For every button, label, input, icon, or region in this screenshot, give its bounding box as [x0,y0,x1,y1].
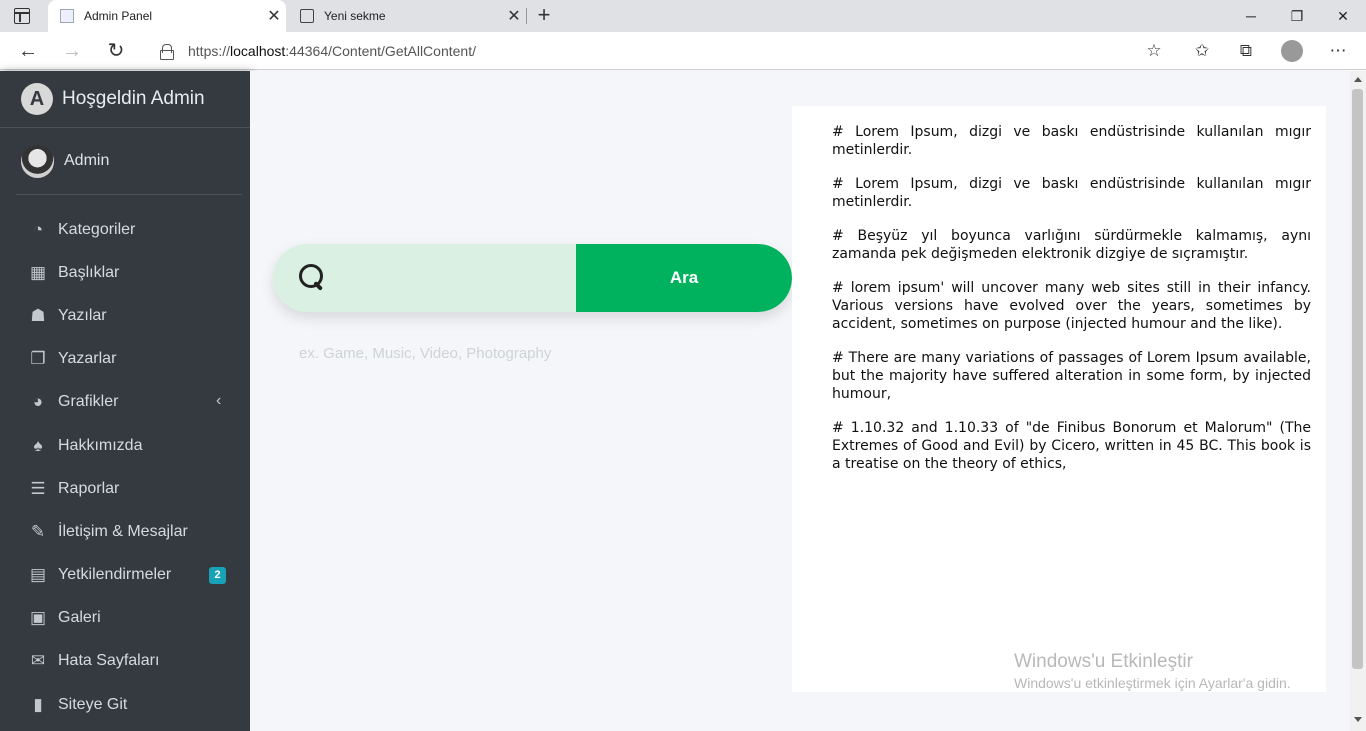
sidebar-nav: ◔ Kategoriler ▦ Başlıklar ☗ Yazılar ❐ Ya… [0,208,250,726]
tab-label: Yeni sekme [324,9,386,23]
user-panel[interactable]: Admin [16,128,242,195]
search-hint: ex. Game, Music, Video, Photography [299,345,552,362]
sidebar-item-iletisim[interactable]: ✎ İletişim & Mesajlar [0,510,250,553]
url-text[interactable]: https://localhost:44364/Content/GetAllCo… [188,43,476,59]
vertical-scrollbar[interactable] [1350,71,1366,731]
sidebar-item-label: İletişim & Mesajlar [58,522,188,540]
watermark-title: Windows'u Etkinleştir [1014,651,1193,672]
sidebar-item-label: Siteye Git [58,695,128,713]
content-item: # Lorem Ipsum, dizgi ve baskı endüstrisi… [832,124,1311,158]
browser-tab-strip: Admin Panel ✕ Yeni sekme ✕ + ─ ❐ ✕ [0,0,1366,32]
copy-icon: ❐ [30,349,46,369]
profile-icon[interactable] [1281,40,1303,62]
brand-link[interactable]: Hoşgeldin Admin [0,71,250,128]
edit-icon: ✎ [30,521,46,541]
sidebar: Hoşgeldin Admin Admin ◔ Kategoriler ▦ Ba… [0,71,250,731]
sidebar-item-label: Yazılar [58,306,107,324]
scroll-up-icon[interactable] [1354,77,1362,82]
sidebar-item-basliklar[interactable]: ▦ Başlıklar [0,251,250,294]
collections-icon[interactable]: ⧉ [1232,38,1260,64]
reader-icon: ☗ [30,305,46,325]
scroll-down-icon[interactable] [1354,717,1362,722]
sidebar-item-siteye-git[interactable]: ▮ Siteye Git [0,683,250,726]
sidebar-item-hakkimizda[interactable]: ♠ Hakkımızda [0,424,250,467]
count-badge: 2 [209,566,226,584]
content-item: # lorem ipsum' will uncover many web sit… [832,280,1311,332]
brand-text: Hoşgeldin Admin [62,88,205,109]
refresh-icon[interactable]: ↻ [102,38,130,64]
lock-icon[interactable] [160,44,174,60]
book-icon: ▮ [33,694,43,714]
sidebar-item-yetkilendirmeler[interactable]: ▤ Yetkilendirmeler 2 [0,554,250,597]
content-item: # Lorem Ipsum, dizgi ve baskı endüstrisi… [832,176,1311,210]
watermark-subtitle: Windows'u etkinleştirmek için Ayarlar'a … [1014,675,1291,691]
dashboard-icon: ◔ [32,219,44,239]
tab-divider [526,8,527,24]
pie-chart-icon: ◕ [32,392,44,412]
sidebar-item-label: Hata Sayfaları [58,652,160,670]
search-button[interactable]: Ara [576,244,792,312]
close-tab-icon[interactable]: ✕ [262,6,286,26]
scrollbar-thumb[interactable] [1352,89,1363,669]
search-input[interactable] [337,244,573,312]
add-favorite-icon[interactable]: ☆ [1140,38,1168,64]
page-favicon-icon [60,9,74,23]
sidebar-item-label: Hakkımızda [58,436,143,454]
content-item: # 1.10.32 and 1.10.33 of "de Finibus Bon… [832,420,1311,472]
close-window-icon[interactable]: ✕ [1320,0,1366,32]
sidebar-item-raporlar[interactable]: ☰ Raporlar [0,467,250,510]
sidebar-item-hata-sayfalari[interactable]: ✉ Hata Sayfaları [0,640,250,683]
user-name[interactable]: Admin [64,152,109,170]
restore-icon[interactable]: ❐ [1274,0,1320,32]
sidebar-item-label: Galeri [58,609,101,627]
main-content: Ara ex. Game, Music, Video, Photography … [250,71,1350,731]
sidebar-item-kategoriler[interactable]: ◔ Kategoriler [0,208,250,251]
back-icon[interactable]: ← [14,38,42,64]
tab-label: Admin Panel [84,9,153,23]
tab-admin-panel[interactable]: Admin Panel ✕ [48,0,286,32]
brand-logo-icon [21,83,53,115]
content-item: # Beşyüz yıl boyunca varlığını sürdürmek… [832,228,1311,262]
sidebar-item-label: Kategoriler [58,220,136,238]
more-menu-icon[interactable]: ⋯ [1324,38,1352,64]
content-item: # There are many variations of passages … [832,350,1311,402]
minimize-icon[interactable]: ─ [1228,0,1274,32]
content-list: # Lorem Ipsum, dizgi ve baskı endüstrisi… [832,123,1311,489]
calendar-icon: ▤ [29,565,47,585]
avatar [21,144,54,178]
search-bar: Ara [273,244,792,312]
forward-icon[interactable]: → [58,38,86,64]
tree-icon: ♠ [33,435,43,455]
content-card: # Lorem Ipsum, dizgi ve baskı endüstrisi… [792,106,1326,692]
close-tab-icon[interactable]: ✕ [502,6,526,26]
address-bar[interactable]: https://localhost:44364/Content/GetAllCo… [144,36,1174,66]
tab-new-tab[interactable]: Yeni sekme ✕ [288,0,526,32]
sidebar-item-label: Raporlar [58,479,120,497]
envelope-icon: ✉ [30,651,46,671]
search-icon [299,264,327,292]
sidebar-item-label: Başlıklar [58,263,120,281]
sidebar-item-galeri[interactable]: ▣ Galeri [0,597,250,640]
sidebar-item-grafikler[interactable]: ◕ Grafikler ‹ [0,381,250,424]
browser-toolbar: ← → ↻ https://localhost:44364/Content/Ge… [0,32,1366,70]
chevron-left-icon[interactable]: ‹ [216,392,221,410]
favorites-icon[interactable]: ✩ [1188,38,1216,64]
sidebar-item-yazarlar[interactable]: ❐ Yazarlar [0,338,250,381]
new-tab-button[interactable]: + [532,2,556,30]
image-icon: ▣ [29,608,47,628]
grid-icon: ▦ [29,262,47,282]
activation-watermark: Windows'u Etkinleştir Windows'u etkinleş… [1014,651,1291,693]
new-tab-favicon-icon [300,9,314,23]
sidebar-item-label: Yazarlar [58,350,117,368]
sidebar-item-yazilar[interactable]: ☗ Yazılar [0,294,250,337]
tab-actions-icon[interactable] [14,8,30,24]
list-icon: ☰ [30,478,46,498]
